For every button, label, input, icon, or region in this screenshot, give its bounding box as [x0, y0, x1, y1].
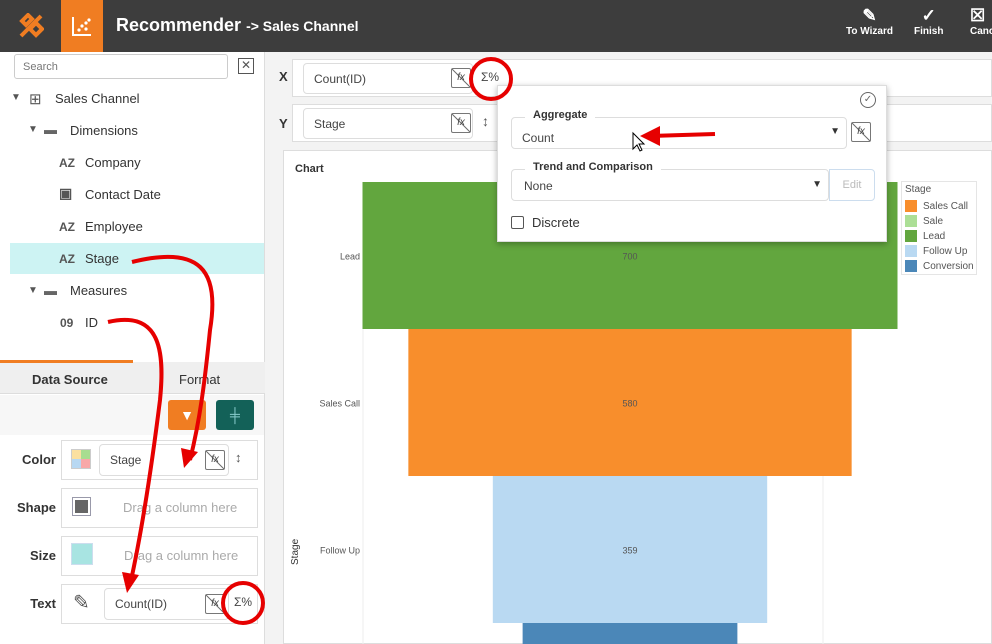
legend-label: Lead [923, 230, 946, 242]
legend-swatch [905, 200, 917, 212]
text-type-icon: AZ [59, 252, 75, 266]
legend-label: Sales Call [923, 200, 969, 212]
category-label: Follow Up [320, 546, 360, 556]
app-header: Recommender -> Sales Channel ✎ To Wizard … [0, 0, 992, 52]
legend-swatch [905, 215, 917, 227]
tree-item-employee[interactable]: Employee [85, 219, 143, 234]
folder-icon: ▬ [44, 283, 57, 298]
formula-icon[interactable]: fx [851, 122, 871, 142]
legend-swatch [905, 230, 917, 242]
edit-button[interactable]: Edit [829, 169, 875, 201]
tree-measures[interactable]: Measures [70, 283, 127, 298]
sort-icon[interactable]: ↕ [235, 450, 242, 465]
discrete-label: Discrete [532, 215, 580, 230]
legend-label: Sale [923, 215, 944, 227]
chart-legend: Stage Sales Call Sale Lead Follow Up Convers… [901, 181, 977, 275]
funnel-chart-button[interactable]: ▼ [168, 400, 206, 430]
aggregate-select[interactable]: Count ▼ [511, 117, 847, 149]
trend-select[interactable]: None ▼ [511, 169, 829, 201]
legend-item[interactable]: Sale [905, 215, 943, 227]
shape-placeholder: Drag a column here [123, 500, 238, 515]
palette-icon[interactable] [71, 449, 91, 469]
size-icon[interactable] [71, 543, 93, 565]
discrete-checkbox[interactable] [511, 216, 524, 229]
pencil-icon: ✎ [862, 6, 877, 25]
legend-label: Conversion [923, 260, 974, 272]
size-placeholder: Drag a column here [124, 548, 239, 563]
expand-icon[interactable]: ▼ [28, 285, 38, 296]
number-type-icon: 09 [60, 316, 74, 330]
legend-swatch [905, 245, 917, 257]
finish-button[interactable]: ✓ Finish [914, 6, 943, 37]
sort-icon[interactable]: ↕ [482, 113, 489, 129]
tree-root[interactable]: Sales Channel [55, 91, 140, 106]
category-label: Lead [340, 252, 360, 262]
expand-icon[interactable]: ▼ [11, 92, 21, 103]
cancel-button[interactable]: ☒Cancel [970, 6, 992, 37]
y-axis-title: Stage [290, 538, 301, 565]
data-label: 700 [622, 252, 637, 262]
aggregate-label: Aggregate [525, 109, 596, 121]
x-axis-label: X [279, 69, 288, 84]
search-input[interactable]: Search [14, 54, 228, 79]
tree-dimensions[interactable]: Dimensions [70, 123, 138, 138]
selected-row-highlight [10, 243, 264, 274]
folder-icon: ▬ [44, 122, 57, 137]
legend-item[interactable]: Follow Up [905, 245, 967, 257]
text-label: Text [30, 596, 56, 611]
legend-swatch [905, 260, 917, 272]
funnel-bar-conversion[interactable] [522, 623, 738, 644]
text-type-icon: AZ [59, 156, 75, 170]
text-type-icon: AZ [59, 220, 75, 234]
trend-label: Trend and Comparison [525, 161, 661, 173]
table-icon: ⊞ [29, 91, 42, 108]
active-tab-indicator [0, 360, 133, 363]
to-wizard-button[interactable]: ✎ To Wizard [846, 6, 893, 37]
legend-title: Stage [905, 184, 932, 195]
legend-item[interactable]: Conversion [905, 260, 974, 272]
formula-icon[interactable]: fx [451, 68, 471, 88]
chevron-down-icon: ▼ [830, 126, 840, 137]
pencil-icon[interactable]: ✎ [73, 590, 90, 615]
tree-item-id[interactable]: ID [85, 315, 98, 330]
tree-item-company[interactable]: Company [85, 155, 141, 170]
formula-icon[interactable]: fx [205, 594, 225, 614]
data-label: 359 [622, 546, 637, 556]
x-field[interactable]: Count(ID) [303, 63, 473, 94]
options-button[interactable]: ╪ [216, 400, 254, 430]
data-label: 580 [622, 399, 637, 409]
aggregate-value: Count [522, 131, 555, 145]
size-label: Size [29, 548, 56, 563]
tree-item-contact-date[interactable]: Contact Date [85, 187, 161, 202]
check-circle-icon: ✓ [921, 6, 936, 25]
expand-icon[interactable]: ▼ [28, 124, 38, 135]
tree-item-stage[interactable]: Stage [85, 251, 119, 266]
formula-icon[interactable]: fx [205, 450, 225, 470]
formula-icon[interactable]: fx [451, 113, 471, 133]
tab-data-source[interactable]: Data Source [32, 372, 108, 387]
legend-item[interactable]: Sales Call [905, 200, 968, 212]
logo-icon[interactable] [0, 0, 61, 52]
aggregate-popup: ✓ Count ▼ Aggregate fx None ▼ Trend and … [497, 85, 887, 242]
aggregate-icon[interactable]: Σ% [481, 70, 499, 84]
chevron-down-icon: ▼ [812, 179, 822, 190]
check-circle-icon[interactable]: ✓ [860, 92, 876, 108]
tab-format[interactable]: Format [179, 372, 220, 387]
y-field[interactable]: Stage [303, 108, 473, 139]
page-title: Recommender -> Sales Channel [116, 15, 359, 35]
category-label: Sales Call [319, 399, 360, 409]
shape-icon[interactable] [72, 497, 91, 516]
aggregate-icon[interactable]: Σ% [234, 595, 252, 609]
calendar-icon: ▣ [59, 185, 73, 201]
clear-search-button[interactable]: ✕ [238, 58, 254, 74]
y-axis-label: Y [279, 116, 288, 131]
color-label: Color [22, 452, 56, 467]
trend-value: None [524, 179, 553, 193]
shape-label: Shape [16, 500, 56, 515]
close-box-icon: ☒ [970, 6, 986, 25]
chart-app-icon [61, 0, 103, 52]
legend-item[interactable]: Lead [905, 230, 945, 242]
legend-label: Follow Up [923, 245, 968, 257]
